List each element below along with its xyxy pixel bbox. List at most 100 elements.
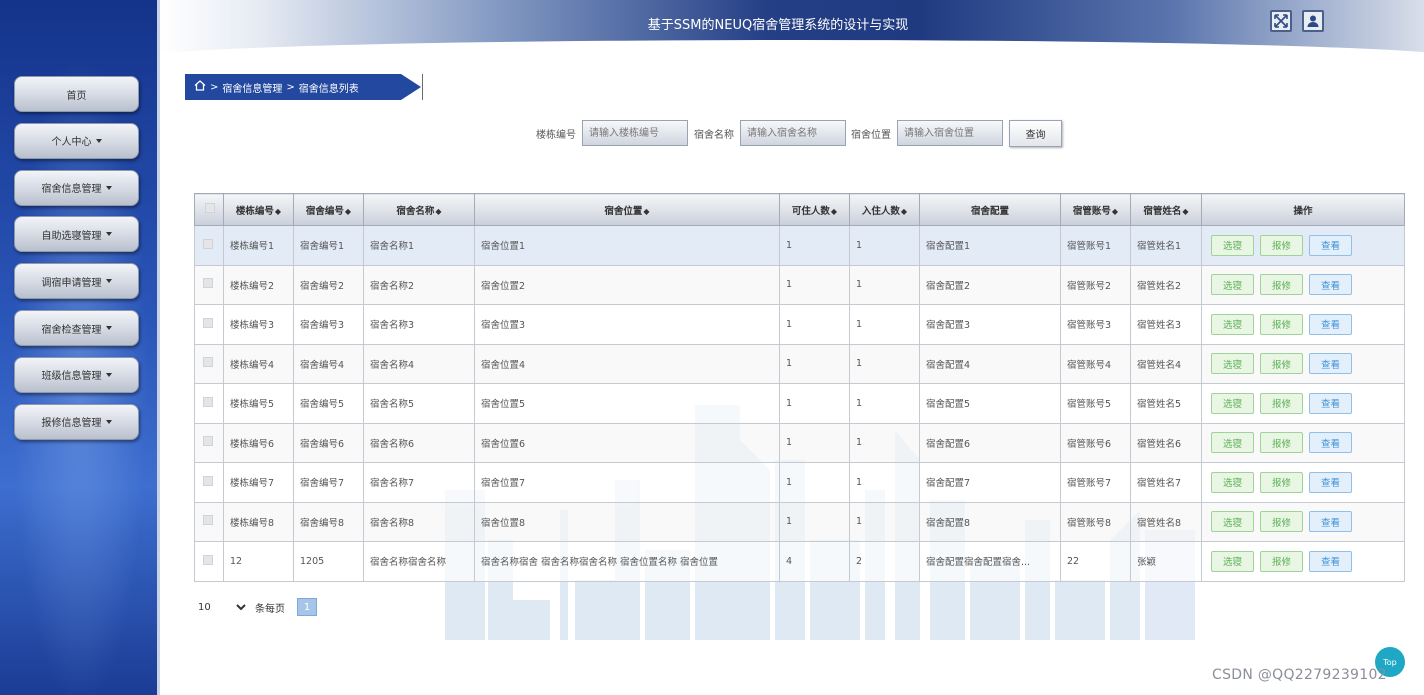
header: 基于SSM的NEUQ宿舍管理系统的设计与实现 — [160, 0, 1424, 58]
sort-icon[interactable]: ◆ — [643, 207, 649, 216]
row-checkbox[interactable] — [203, 317, 213, 328]
sort-icon[interactable]: ◆ — [1182, 207, 1188, 216]
table-cell: 1 — [779, 501, 850, 542]
view-button[interactable]: 查看 — [1309, 432, 1352, 454]
repair-button[interactable]: 报修 — [1260, 511, 1303, 533]
repair-button[interactable]: 报修 — [1260, 313, 1303, 335]
home-icon[interactable] — [194, 80, 206, 94]
location-input[interactable] — [897, 120, 1003, 146]
location-label: 宿舍位置 — [851, 129, 891, 141]
table-row[interactable]: 楼栋编号8 宿舍编号8 宿舍名称8 宿舍位置8 1 1 宿舍配置8 宿管账号8 宿管姓名8 选寝报… — [194, 501, 1405, 542]
view-button[interactable]: 查看 — [1309, 274, 1352, 296]
page-number-button[interactable]: 1 — [297, 598, 317, 616]
sort-icon[interactable]: ◆ — [275, 207, 281, 216]
sidebar-item-5[interactable]: 宿舍检查管理 — [14, 310, 139, 346]
view-button[interactable]: 查看 — [1309, 392, 1352, 414]
sidebar-item-2[interactable]: 宿舍信息管理 — [14, 169, 139, 206]
select-room-button[interactable]: 选寝 — [1211, 432, 1254, 454]
actions-cell: 选寝 报修 查看 — [1201, 264, 1405, 305]
table-cell: 宿舍名称8 — [363, 501, 475, 542]
column-header[interactable]: 入住人数◆ — [849, 193, 920, 226]
table-row[interactable]: 楼栋编号1 宿舍编号1 宿舍名称1 宿舍位置1 1 1 宿舍配置1 宿管账号1 宿管姓名1 选寝报… — [194, 225, 1405, 266]
sidebar-item-4[interactable]: 调宿申请管理 — [14, 263, 139, 300]
repair-button[interactable]: 报修 — [1260, 550, 1303, 572]
row-checkbox[interactable] — [203, 475, 213, 486]
column-header-label: 楼栋编号 — [235, 205, 274, 217]
sort-icon[interactable]: ◆ — [901, 207, 907, 216]
sort-icon[interactable]: ◆ — [1112, 207, 1118, 216]
column-header[interactable]: 宿管姓名◆ — [1130, 193, 1202, 226]
breadcrumb-separator: > — [210, 81, 219, 93]
view-button[interactable]: 查看 — [1309, 234, 1352, 256]
row-select-cell — [194, 343, 224, 384]
row-checkbox[interactable] — [203, 238, 213, 249]
view-button[interactable]: 查看 — [1309, 471, 1352, 493]
column-header-label: 宿管姓名 — [1143, 205, 1182, 217]
table-row[interactable]: 楼栋编号4 宿舍编号4 宿舍名称4 宿舍位置4 1 1 宿舍配置4 宿管账号4 宿管姓名4 选寝报… — [194, 343, 1405, 384]
column-header-label: 宿管账号 — [1072, 205, 1111, 217]
column-header[interactable]: 楼栋编号◆ — [223, 193, 294, 226]
view-button[interactable]: 查看 — [1309, 313, 1352, 335]
breadcrumb-item-dorm-management[interactable]: 宿舍信息管理 — [222, 80, 282, 95]
caret-down-icon — [105, 279, 112, 284]
table-cell: 4 — [779, 541, 850, 582]
select-room-button[interactable]: 选寝 — [1211, 550, 1254, 572]
sidebar-item-1[interactable]: 个人中心 — [14, 122, 139, 159]
select-room-button[interactable]: 选寝 — [1211, 234, 1254, 256]
column-header[interactable]: 宿舍位置◆ — [474, 193, 780, 226]
table-cell: 1 — [779, 225, 850, 266]
sidebar-item-0[interactable]: 首页 — [14, 76, 139, 112]
repair-button[interactable]: 报修 — [1260, 432, 1303, 454]
table-cell: 宿舍编号4 — [293, 343, 364, 384]
sidebar-item-6[interactable]: 班级信息管理 — [14, 356, 139, 393]
row-checkbox[interactable] — [203, 436, 213, 447]
sidebar-item-7[interactable]: 报修信息管理 — [14, 403, 139, 440]
row-checkbox[interactable] — [203, 278, 213, 289]
select-all-header[interactable] — [194, 193, 224, 226]
table-row[interactable]: 12 1205 宿舍名称宿舍名称 宿舍名称宿舍 宿舍名称宿舍名称 宿舍位置名称 宿舍位… — [194, 541, 1405, 582]
row-checkbox[interactable] — [203, 515, 213, 526]
select-room-button[interactable]: 选寝 — [1211, 471, 1254, 493]
table-row[interactable]: 楼栋编号5 宿舍编号5 宿舍名称5 宿舍位置5 1 1 宿舍配置5 宿管账号5 宿管姓名5 选寝报… — [194, 383, 1405, 424]
column-header[interactable]: 宿舍编号◆ — [293, 193, 364, 226]
sort-icon[interactable]: ◆ — [345, 207, 351, 216]
repair-button[interactable]: 报修 — [1260, 353, 1303, 375]
name-input[interactable] — [740, 120, 846, 146]
column-header[interactable]: 宿舍名称◆ — [363, 193, 475, 226]
sort-icon[interactable]: ◆ — [831, 207, 837, 216]
row-checkbox[interactable] — [203, 554, 213, 565]
repair-button[interactable]: 报修 — [1260, 471, 1303, 493]
row-checkbox[interactable] — [203, 357, 213, 368]
repair-button[interactable]: 报修 — [1260, 274, 1303, 296]
select-room-button[interactable]: 选寝 — [1211, 392, 1254, 414]
view-button[interactable]: 查看 — [1309, 511, 1352, 533]
select-room-button[interactable]: 选寝 — [1211, 353, 1254, 375]
sidebar-item-3[interactable]: 自助选寝管理 — [14, 216, 139, 253]
select-all-checkbox[interactable] — [205, 203, 215, 213]
sidebar-item-label: 报修信息管理 — [41, 418, 102, 430]
select-room-button[interactable]: 选寝 — [1211, 313, 1254, 335]
table-cell: 宿舍配置7 — [919, 462, 1061, 503]
repair-button[interactable]: 报修 — [1260, 234, 1303, 256]
user-icon[interactable] — [1302, 10, 1324, 32]
column-header[interactable]: 可住人数◆ — [779, 193, 850, 226]
table-row[interactable]: 楼栋编号3 宿舍编号3 宿舍名称3 宿舍位置3 1 1 宿舍配置3 宿管账号3 宿管姓名3 选寝报… — [194, 304, 1405, 345]
table-cell: 宿舍名称3 — [363, 304, 475, 345]
page-size-select[interactable]: 10 — [194, 598, 249, 616]
view-button[interactable]: 查看 — [1309, 353, 1352, 375]
watermark: CSDN @QQ2279239102 — [1212, 667, 1387, 683]
table-cell: 宿管姓名6 — [1130, 422, 1202, 463]
sort-icon[interactable]: ◆ — [435, 207, 441, 216]
building-input[interactable] — [582, 120, 688, 146]
repair-button[interactable]: 报修 — [1260, 392, 1303, 414]
select-room-button[interactable]: 选寝 — [1211, 274, 1254, 296]
view-button[interactable]: 查看 — [1309, 550, 1352, 572]
fullscreen-icon[interactable] — [1270, 10, 1292, 32]
column-header[interactable]: 宿管账号◆ — [1060, 193, 1131, 226]
select-room-button[interactable]: 选寝 — [1211, 511, 1254, 533]
table-row[interactable]: 楼栋编号2 宿舍编号2 宿舍名称2 宿舍位置2 1 1 宿舍配置2 宿管账号2 宿管姓名2 选寝报… — [194, 264, 1405, 305]
table-row[interactable]: 楼栋编号6 宿舍编号6 宿舍名称6 宿舍位置6 1 1 宿舍配置6 宿管账号6 宿管姓名6 选寝报… — [194, 422, 1405, 463]
query-button[interactable]: 查询 — [1009, 119, 1062, 147]
row-checkbox[interactable] — [203, 396, 213, 407]
table-row[interactable]: 楼栋编号7 宿舍编号7 宿舍名称7 宿舍位置7 1 1 宿舍配置7 宿管账号7 宿管姓名7 选寝报… — [194, 462, 1405, 503]
